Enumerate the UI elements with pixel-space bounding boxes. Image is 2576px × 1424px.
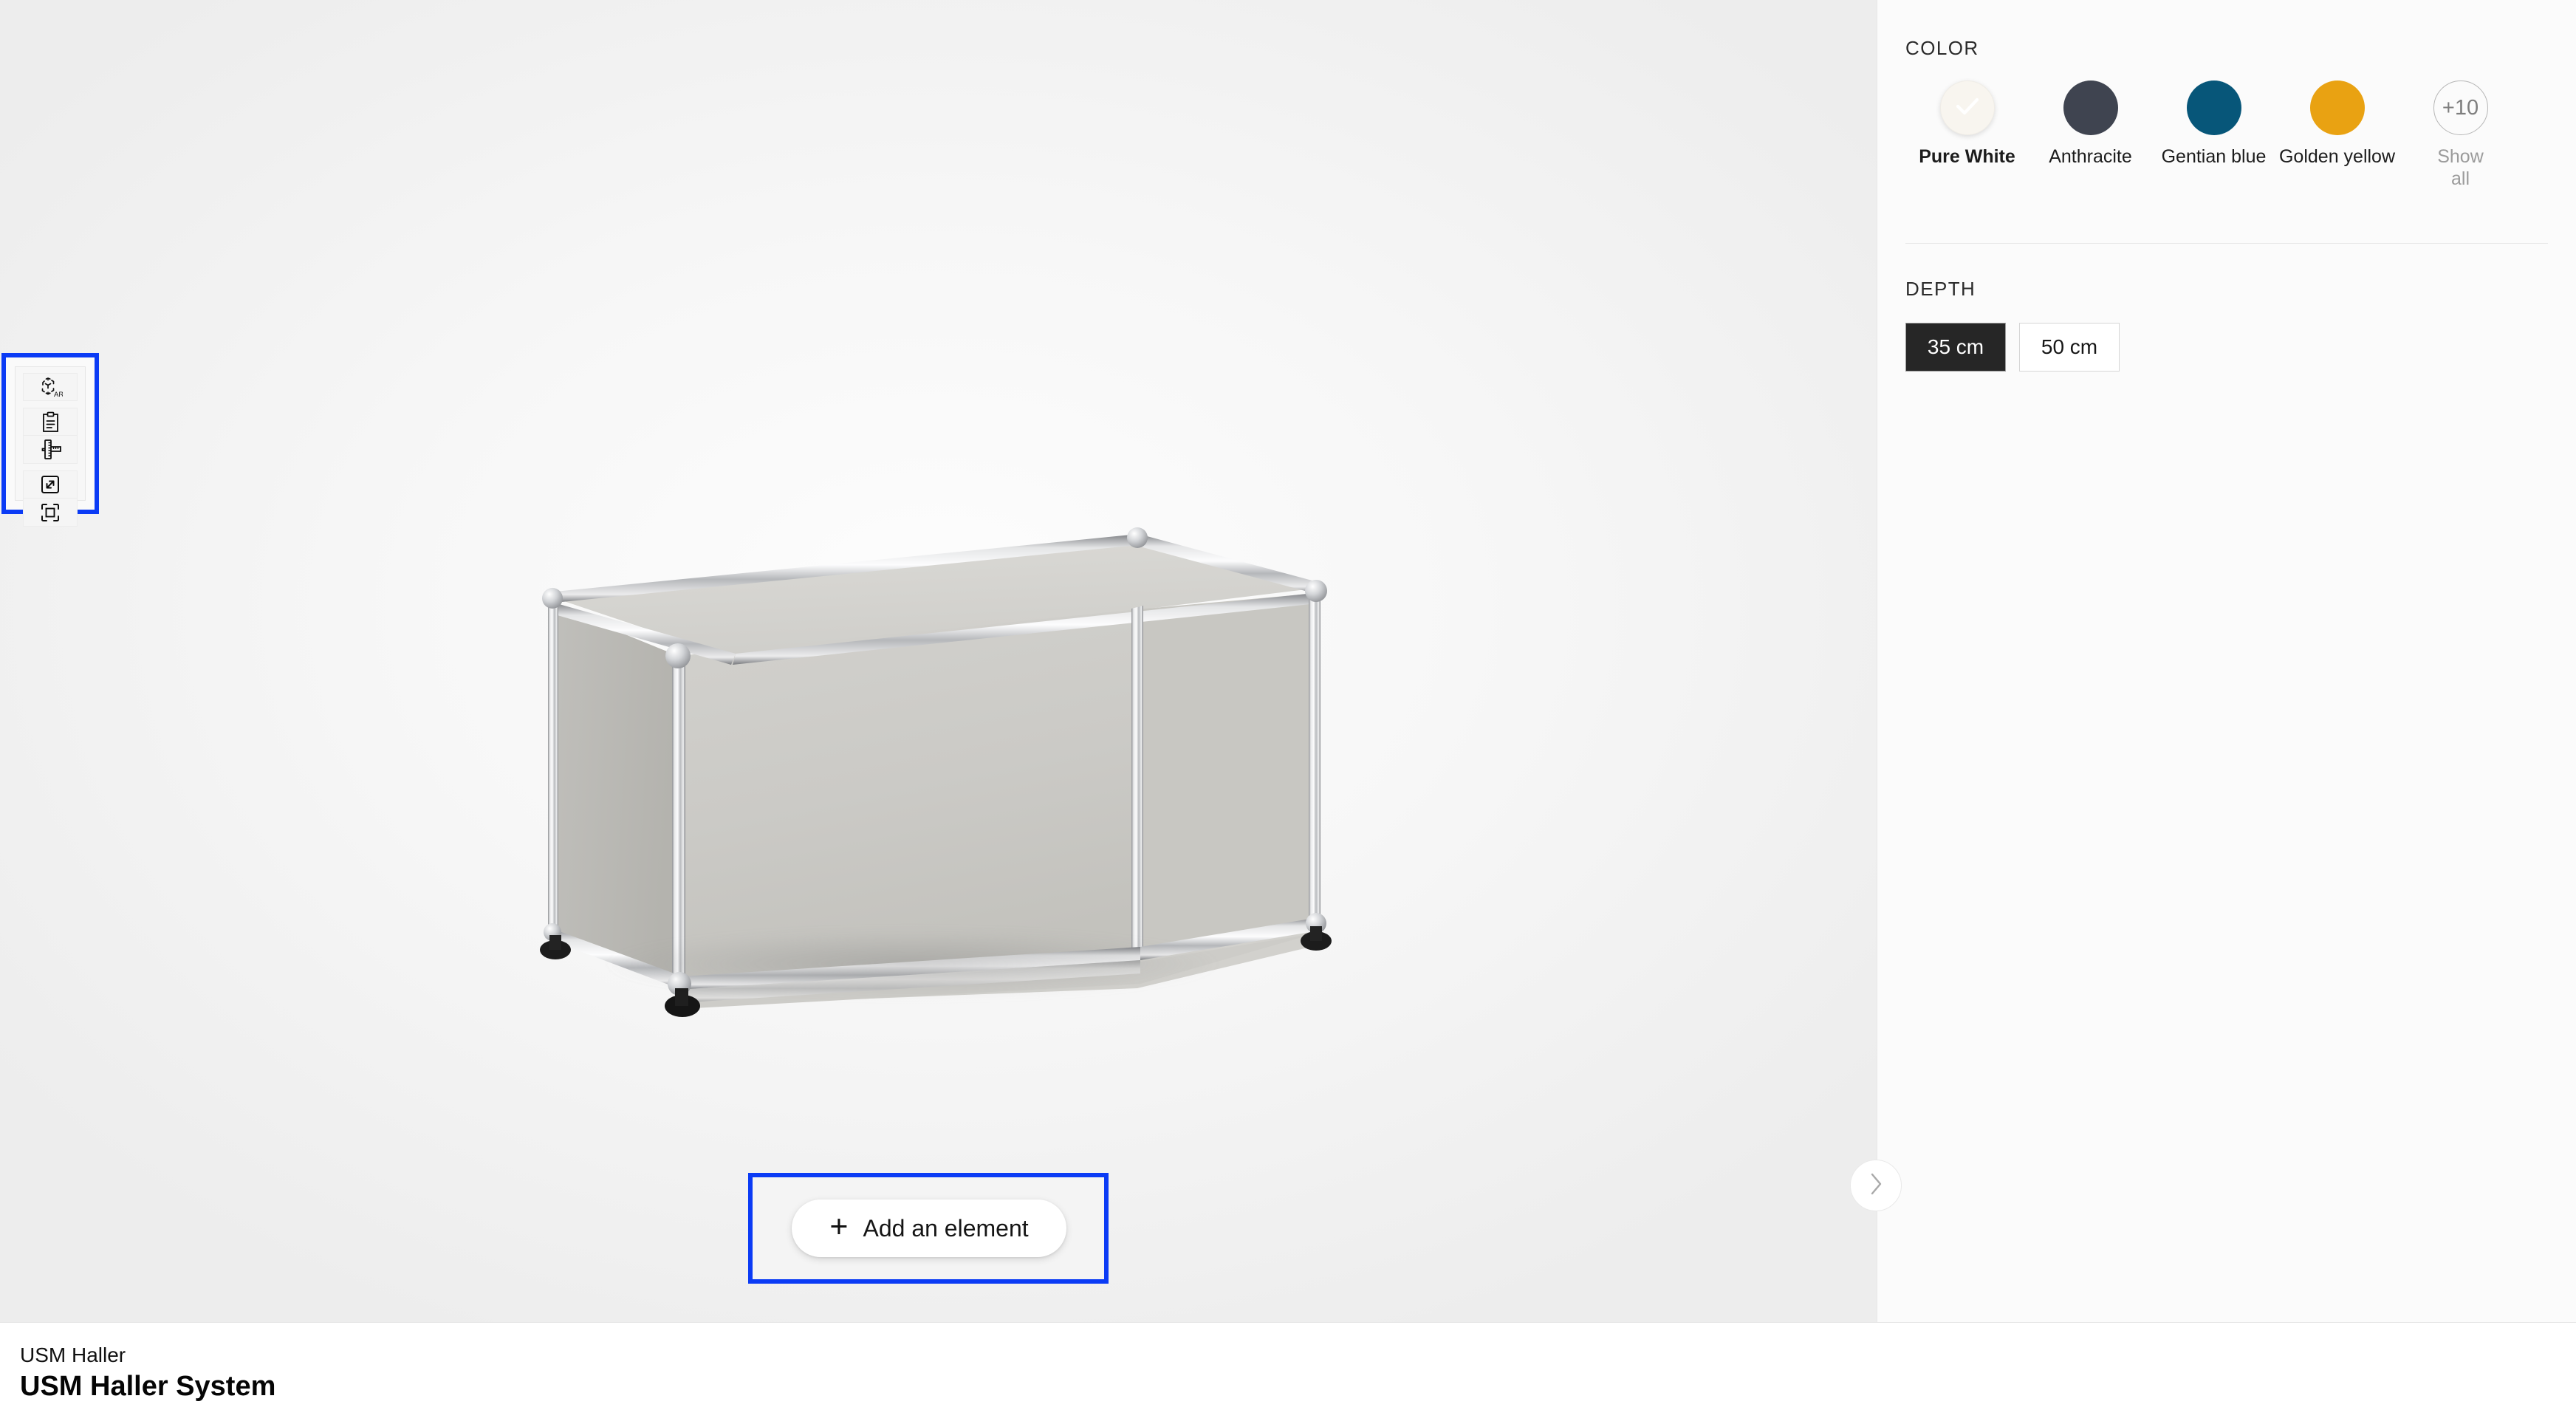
show-all-count: +10	[2433, 81, 2488, 135]
check-icon	[1953, 95, 1981, 121]
toolbar-group-info	[23, 408, 78, 464]
add-element-button[interactable]: + Add an element	[792, 1199, 1066, 1257]
color-swatch-gentian-blue[interactable]: Gentian blue	[2152, 81, 2275, 190]
depth-option-50cm[interactable]: 50 cm	[2019, 323, 2120, 372]
bottom-action-bar: USM Haller USM Haller System Save draft …	[0, 1322, 2576, 1424]
panel-toggle-button[interactable]	[1850, 1160, 1902, 1211]
swatch-dot	[1939, 81, 1995, 135]
color-section-title: COLOR	[1905, 37, 1979, 59]
expand-arrows-icon	[39, 473, 61, 496]
color-swatch-row: Pure White Anthracite Gentian blue Golde…	[1905, 81, 2548, 190]
ruler-icon	[39, 439, 62, 460]
color-show-all-button[interactable]: +10 Show all	[2399, 81, 2522, 190]
show-all-label: Show all	[2437, 146, 2484, 189]
ar-cube-icon: AR	[38, 376, 63, 398]
product-brand: USM Haller	[20, 1343, 126, 1366]
toolbar-group-view	[23, 470, 78, 527]
viewer-toolbar: AR	[15, 366, 86, 527]
toolbar-item-specification-list[interactable]	[23, 408, 78, 436]
depth-section-title: DEPTH	[1905, 278, 1976, 300]
color-swatch-anthracite[interactable]: Anthracite	[2029, 81, 2152, 190]
toolbar-item-ar-view[interactable]: AR	[23, 373, 78, 401]
swatch-dot	[2309, 81, 2365, 135]
toolbar-item-expand-view[interactable]	[23, 470, 78, 499]
color-swatch-golden-yellow[interactable]: Golden yellow	[2275, 81, 2399, 190]
clipboard-list-icon	[41, 411, 60, 433]
depth-option-35cm[interactable]: 35 cm	[1905, 323, 2006, 372]
toolbar-group-ar: AR	[23, 373, 78, 401]
color-swatch-label: Pure White	[1919, 146, 2015, 167]
depth-section: DEPTH 35 cm 50 cm	[1877, 244, 2576, 372]
product-shadow	[502, 920, 1322, 1008]
depth-options: 35 cm 50 cm	[1905, 323, 2548, 372]
svg-text:AR: AR	[54, 391, 63, 398]
plus-icon: +	[829, 1209, 849, 1245]
color-swatch-label: Golden yellow	[2278, 146, 2396, 167]
color-swatch-label: Anthracite	[2049, 146, 2132, 167]
configuration-panel: COLOR Pure White Anthracite Gentian blue…	[1877, 0, 2576, 1322]
add-element-label: Add an element	[863, 1214, 1029, 1242]
product-model: USM Haller System	[20, 1371, 276, 1402]
toolbar-item-fit-to-frame[interactable]	[23, 499, 78, 527]
color-swatch-label: Gentian blue	[2161, 146, 2267, 167]
product-3d-model[interactable]	[487, 510, 1359, 1019]
product-configurator: + Add an element AR COLOR Pure White Ant…	[0, 0, 2576, 1424]
product-viewer-canvas[interactable]: + Add an element	[0, 0, 1877, 1322]
color-section: COLOR Pure White Anthracite Gentian blue…	[1877, 0, 2576, 190]
frame-focus-icon	[39, 502, 61, 524]
swatch-dot	[2186, 81, 2241, 135]
toolbar-item-measurements[interactable]	[23, 436, 78, 464]
color-swatch-pure-white[interactable]: Pure White	[1905, 81, 2029, 190]
product-meta: USM Haller USM Haller System	[20, 1342, 275, 1405]
swatch-dot	[2063, 81, 2118, 135]
chevron-right-icon	[1868, 1171, 1884, 1200]
